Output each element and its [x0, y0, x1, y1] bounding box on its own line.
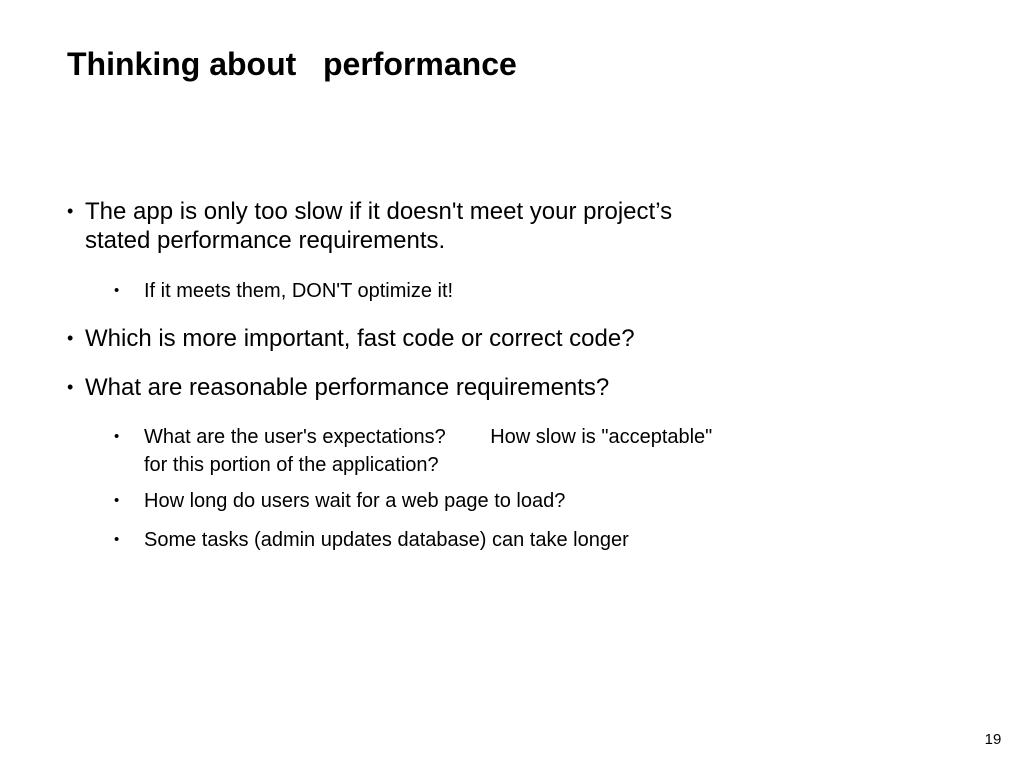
bullet-item: • What are reasonable performance requir… — [67, 373, 707, 402]
sub-bullet-text: How long do users wait for a web page to… — [144, 490, 566, 512]
bullet-icon: • — [67, 377, 74, 397]
sub-bullet-item: • If it meets them, DON'T optimize it! — [114, 277, 734, 305]
sub-bullet-item: • How long do users wait for a web page … — [114, 487, 734, 515]
bullet-icon: • — [114, 282, 120, 299]
bullet-text: The app is only too slow if it doesn't m… — [85, 198, 686, 254]
sub-bullet-item: • Some tasks (admin updates database) ca… — [114, 526, 734, 554]
bullet-item: • The app is only too slow if it doesn't… — [67, 197, 707, 255]
sub-bullet-text: If it meets them, DON'T optimize it! — [144, 280, 454, 302]
bullet-item: • Which is more important, fast code or … — [67, 324, 707, 353]
bullet-icon: • — [114, 531, 120, 548]
sub-bullet-text: Some tasks (admin updates database) can … — [144, 529, 629, 551]
sub-bullet-text: What are the user's expectations? How sl… — [144, 426, 724, 476]
bullet-icon: • — [114, 428, 120, 445]
bullet-text: What are reasonable performance requirem… — [85, 374, 610, 401]
slide-title: Thinking about performance — [67, 46, 517, 82]
bullet-icon: • — [67, 328, 74, 348]
bullet-icon: • — [114, 492, 120, 509]
bullet-icon: • — [67, 201, 74, 221]
sub-bullet-item: • What are the user's expectations? How … — [114, 423, 714, 479]
page-number: 19 — [984, 731, 1002, 748]
bullet-text: Which is more important, fast code or co… — [85, 325, 635, 352]
